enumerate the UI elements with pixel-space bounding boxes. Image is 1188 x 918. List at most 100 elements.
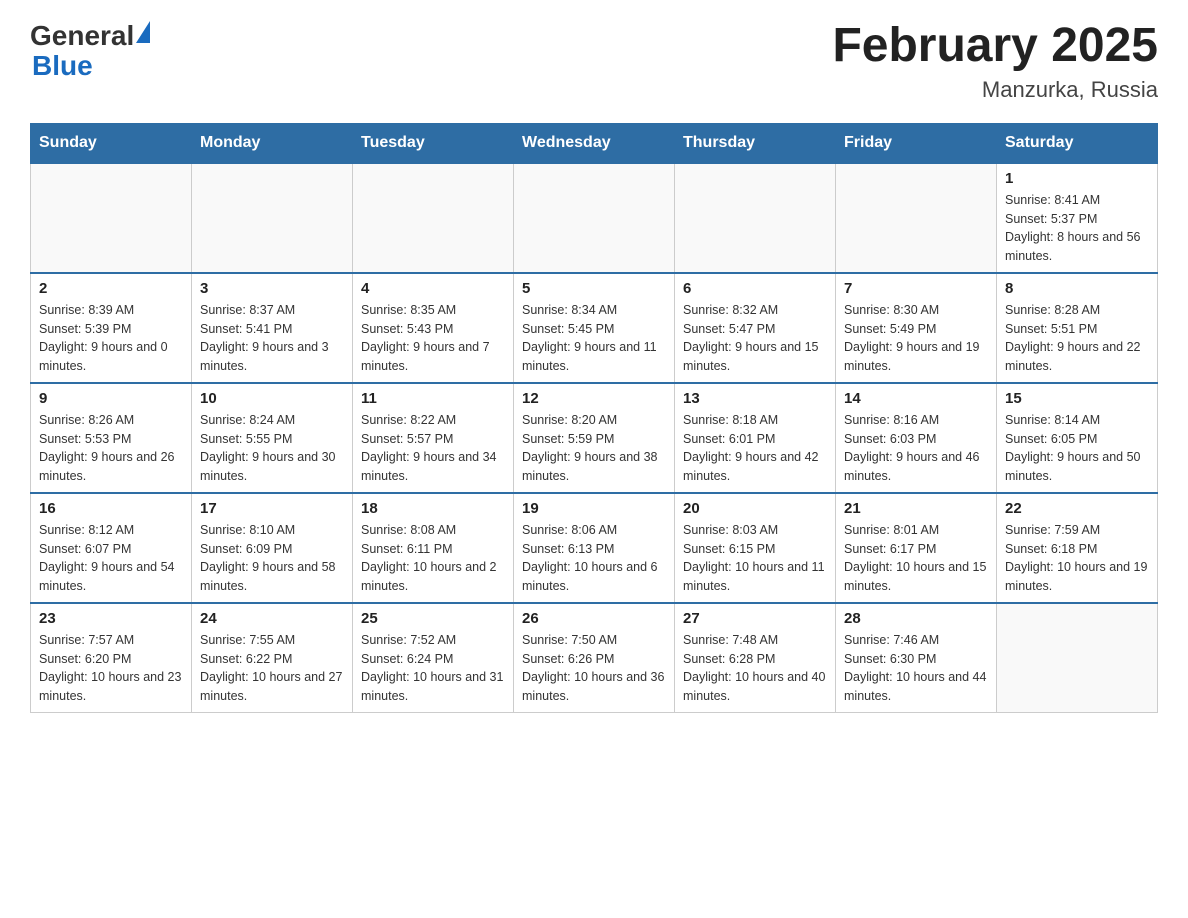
logo-general-text: General	[30, 20, 134, 52]
calendar-cell: 8Sunrise: 8:28 AMSunset: 5:51 PMDaylight…	[997, 273, 1158, 383]
day-number: 6	[683, 280, 827, 297]
title-block: February 2025 Manzurka, Russia	[832, 20, 1158, 103]
calendar-cell: 3Sunrise: 8:37 AMSunset: 5:41 PMDaylight…	[192, 273, 353, 383]
day-number: 17	[200, 500, 344, 517]
calendar-cell: 1 Sunrise: 8:41 AMSunset: 5:37 PMDaylight…	[997, 163, 1158, 273]
day-info: Sunrise: 7:48 AMSunset: 6:28 PMDaylight:…	[683, 631, 827, 706]
calendar-cell: 14 Sunrise: 8:16 AMSunset: 6:03 PMDayligh…	[836, 383, 997, 493]
day-number: 5	[522, 280, 666, 297]
day-info: Sunrise: 8:32 AMSunset: 5:47 PMDaylight:…	[683, 301, 827, 376]
calendar-cell: 6 Sunrise: 8:32 AMSunset: 5:47 PMDaylight…	[675, 273, 836, 383]
calendar-cell	[31, 163, 192, 273]
weekday-header-friday: Friday	[836, 123, 997, 163]
calendar-cell: 24 Sunrise: 7:55 AMSunset: 6:22 PMDayligh…	[192, 603, 353, 713]
day-info: Sunrise: 7:55 AMSunset: 6:22 PMDaylight:…	[200, 631, 344, 706]
calendar-cell: 19 Sunrise: 8:06 AMSunset: 6:13 PMDayligh…	[514, 493, 675, 603]
calendar-cell: 11 Sunrise: 8:22 AMSunset: 5:57 PMDayligh…	[353, 383, 514, 493]
day-number: 8	[1005, 280, 1149, 297]
day-number: 18	[361, 500, 505, 517]
calendar-cell	[836, 163, 997, 273]
day-info: Sunrise: 8:37 AMSunset: 5:41 PMDaylight:…	[200, 301, 344, 376]
calendar-week-row: 9 Sunrise: 8:26 AMSunset: 5:53 PMDaylight…	[31, 383, 1158, 493]
calendar-cell: 4 Sunrise: 8:35 AMSunset: 5:43 PMDaylight…	[353, 273, 514, 383]
day-info: Sunrise: 8:16 AMSunset: 6:03 PMDaylight:…	[844, 411, 988, 486]
calendar-table: SundayMondayTuesdayWednesdayThursdayFrid…	[30, 123, 1158, 713]
calendar-cell: 16 Sunrise: 8:12 AMSunset: 6:07 PMDayligh…	[31, 493, 192, 603]
day-info: Sunrise: 7:46 AMSunset: 6:30 PMDaylight:…	[844, 631, 988, 706]
logo-triangle-icon	[136, 21, 150, 43]
day-number: 19	[522, 500, 666, 517]
calendar-cell: 27 Sunrise: 7:48 AMSunset: 6:28 PMDayligh…	[675, 603, 836, 713]
page-header: General Blue February 2025 Manzurka, Rus…	[30, 20, 1158, 103]
day-number: 22	[1005, 500, 1149, 517]
day-number: 12	[522, 390, 666, 407]
day-info: Sunrise: 8:01 AMSunset: 6:17 PMDaylight:…	[844, 521, 988, 596]
day-number: 11	[361, 390, 505, 407]
calendar-week-row: 23 Sunrise: 7:57 AMSunset: 6:20 PMDayligh…	[31, 603, 1158, 713]
day-info: Sunrise: 8:24 AMSunset: 5:55 PMDaylight:…	[200, 411, 344, 486]
day-number: 28	[844, 610, 988, 627]
calendar-cell: 22 Sunrise: 7:59 AMSunset: 6:18 PMDayligh…	[997, 493, 1158, 603]
day-number: 10	[200, 390, 344, 407]
day-info: Sunrise: 8:39 AMSunset: 5:39 PMDaylight:…	[39, 301, 183, 376]
day-info: Sunrise: 8:10 AMSunset: 6:09 PMDaylight:…	[200, 521, 344, 596]
calendar-cell: 21 Sunrise: 8:01 AMSunset: 6:17 PMDayligh…	[836, 493, 997, 603]
month-title: February 2025	[832, 20, 1158, 73]
day-number: 16	[39, 500, 183, 517]
day-info: Sunrise: 8:06 AMSunset: 6:13 PMDaylight:…	[522, 521, 666, 596]
day-info: Sunrise: 7:57 AMSunset: 6:20 PMDaylight:…	[39, 631, 183, 706]
day-number: 21	[844, 500, 988, 517]
calendar-cell: 5 Sunrise: 8:34 AMSunset: 5:45 PMDaylight…	[514, 273, 675, 383]
calendar-cell: 20 Sunrise: 8:03 AMSunset: 6:15 PMDayligh…	[675, 493, 836, 603]
day-info: Sunrise: 7:50 AMSunset: 6:26 PMDaylight:…	[522, 631, 666, 706]
day-number: 13	[683, 390, 827, 407]
day-number: 4	[361, 280, 505, 297]
day-info: Sunrise: 8:03 AMSunset: 6:15 PMDaylight:…	[683, 521, 827, 596]
calendar-cell: 18Sunrise: 8:08 AMSunset: 6:11 PMDayligh…	[353, 493, 514, 603]
calendar-cell: 23 Sunrise: 7:57 AMSunset: 6:20 PMDayligh…	[31, 603, 192, 713]
day-number: 25	[361, 610, 505, 627]
calendar-cell: 9 Sunrise: 8:26 AMSunset: 5:53 PMDaylight…	[31, 383, 192, 493]
day-info: Sunrise: 8:35 AMSunset: 5:43 PMDaylight:…	[361, 301, 505, 376]
weekday-header-tuesday: Tuesday	[353, 123, 514, 163]
day-info: Sunrise: 8:26 AMSunset: 5:53 PMDaylight:…	[39, 411, 183, 486]
calendar-cell	[675, 163, 836, 273]
day-number: 1	[1005, 170, 1149, 187]
day-number: 24	[200, 610, 344, 627]
day-info: Sunrise: 7:59 AMSunset: 6:18 PMDaylight:…	[1005, 521, 1149, 596]
day-info: Sunrise: 8:18 AMSunset: 6:01 PMDaylight:…	[683, 411, 827, 486]
weekday-header-monday: Monday	[192, 123, 353, 163]
day-number: 27	[683, 610, 827, 627]
calendar-cell: 7Sunrise: 8:30 AMSunset: 5:49 PMDaylight…	[836, 273, 997, 383]
calendar-cell	[514, 163, 675, 273]
day-number: 2	[39, 280, 183, 297]
weekday-header-saturday: Saturday	[997, 123, 1158, 163]
calendar-cell: 28 Sunrise: 7:46 AMSunset: 6:30 PMDayligh…	[836, 603, 997, 713]
calendar-week-row: 16 Sunrise: 8:12 AMSunset: 6:07 PMDayligh…	[31, 493, 1158, 603]
day-info: Sunrise: 8:41 AMSunset: 5:37 PMDaylight:…	[1005, 191, 1149, 266]
day-info: Sunrise: 8:20 AMSunset: 5:59 PMDaylight:…	[522, 411, 666, 486]
calendar-week-row: 1 Sunrise: 8:41 AMSunset: 5:37 PMDaylight…	[31, 163, 1158, 273]
day-info: Sunrise: 8:34 AMSunset: 5:45 PMDaylight:…	[522, 301, 666, 376]
day-info: Sunrise: 7:52 AMSunset: 6:24 PMDaylight:…	[361, 631, 505, 706]
day-number: 14	[844, 390, 988, 407]
logo: General Blue	[30, 20, 150, 82]
location-title: Manzurka, Russia	[832, 77, 1158, 103]
calendar-cell: 12 Sunrise: 8:20 AMSunset: 5:59 PMDayligh…	[514, 383, 675, 493]
calendar-cell: 26 Sunrise: 7:50 AMSunset: 6:26 PMDayligh…	[514, 603, 675, 713]
calendar-cell: 15 Sunrise: 8:14 AMSunset: 6:05 PMDayligh…	[997, 383, 1158, 493]
day-info: Sunrise: 8:14 AMSunset: 6:05 PMDaylight:…	[1005, 411, 1149, 486]
day-info: Sunrise: 8:22 AMSunset: 5:57 PMDaylight:…	[361, 411, 505, 486]
weekday-header-row: SundayMondayTuesdayWednesdayThursdayFrid…	[31, 123, 1158, 163]
day-info: Sunrise: 8:30 AMSunset: 5:49 PMDaylight:…	[844, 301, 988, 376]
calendar-cell: 10 Sunrise: 8:24 AMSunset: 5:55 PMDayligh…	[192, 383, 353, 493]
weekday-header-sunday: Sunday	[31, 123, 192, 163]
day-info: Sunrise: 8:12 AMSunset: 6:07 PMDaylight:…	[39, 521, 183, 596]
day-number: 26	[522, 610, 666, 627]
day-number: 20	[683, 500, 827, 517]
day-number: 9	[39, 390, 183, 407]
calendar-cell	[997, 603, 1158, 713]
day-number: 15	[1005, 390, 1149, 407]
calendar-week-row: 2 Sunrise: 8:39 AMSunset: 5:39 PMDaylight…	[31, 273, 1158, 383]
day-number: 23	[39, 610, 183, 627]
